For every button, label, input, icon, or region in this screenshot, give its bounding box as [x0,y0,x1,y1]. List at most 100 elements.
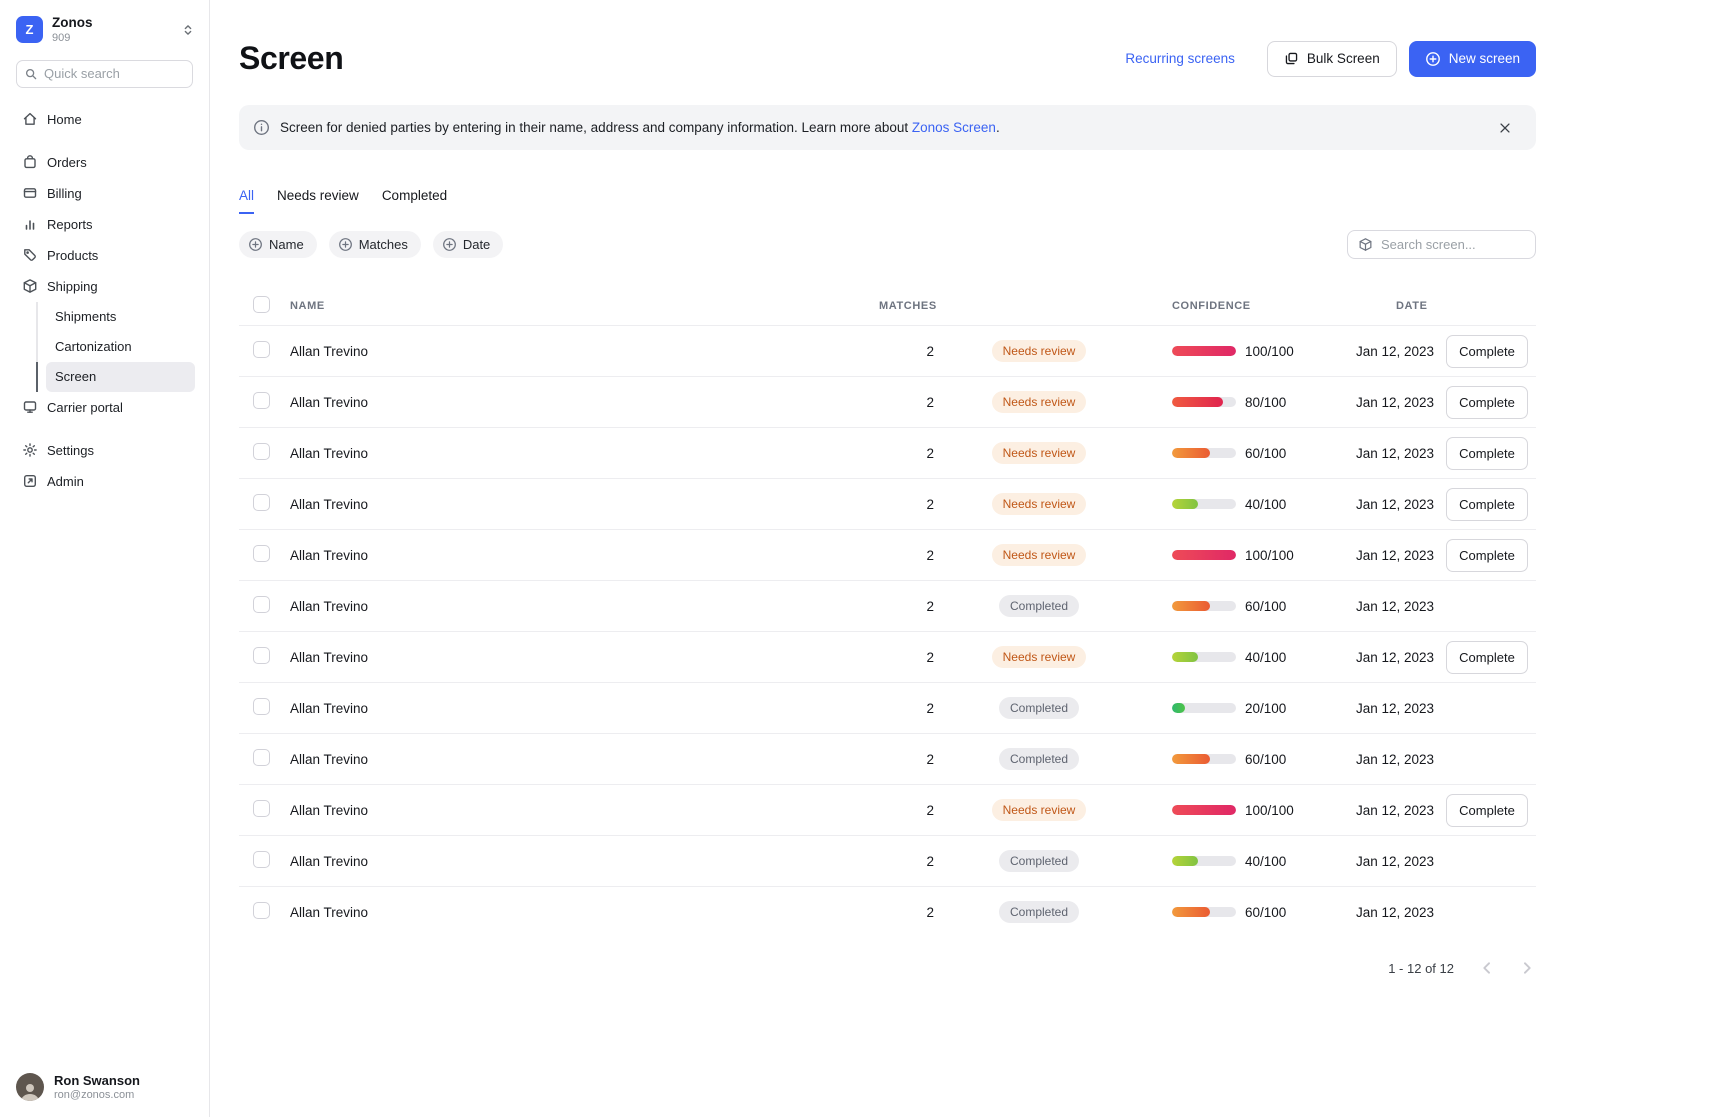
sidebar-item-orders[interactable]: Orders [14,147,195,178]
table-row: Allan Trevino 2 Needs review 40/100 Jan … [239,631,1536,682]
sidebar-item-cartonization[interactable]: Cartonization [36,332,195,362]
row-checkbox[interactable] [253,800,270,817]
tab-all[interactable]: All [239,188,254,214]
plus-circle-icon [442,237,457,252]
confidence-bar-fill [1172,754,1210,764]
complete-button[interactable]: Complete [1446,335,1528,368]
quick-search-input[interactable] [16,60,193,88]
complete-button[interactable]: Complete [1446,641,1528,674]
sidebar-item-settings[interactable]: Settings [14,435,195,466]
pagination: 1 - 12 of 12 [239,959,1536,1017]
row-checkbox[interactable] [253,749,270,766]
row-matches: 2 [879,395,934,410]
confidence-bar [1172,448,1236,458]
tab-bar: All Needs review Completed [239,188,1536,214]
row-checkbox[interactable] [253,902,270,919]
chevron-right-icon[interactable] [1518,959,1536,977]
confidence-label: 60/100 [1245,599,1286,614]
status-badge: Needs review [992,544,1087,566]
row-checkbox[interactable] [253,392,270,409]
confidence-label: 60/100 [1245,752,1286,767]
status-badge: Needs review [992,442,1087,464]
sidebar-item-label: Home [47,112,82,127]
sidebar-item-admin[interactable]: Admin [14,466,195,497]
table-row: Allan Trevino 2 Needs review 100/100 Jan… [239,784,1536,835]
reports-icon [22,216,38,232]
confidence-bar [1172,397,1236,407]
table-row: Allan Trevino 2 Completed 60/100 Jan 12,… [239,580,1536,631]
screen-search-input[interactable] [1347,230,1536,259]
sidebar-item-shipments[interactable]: Shipments [36,302,195,332]
filter-chip-name[interactable]: Name [239,231,317,258]
row-checkbox[interactable] [253,341,270,358]
page-title: Screen [239,40,343,77]
banner-text: Screen for denied parties by entering in… [280,120,1000,135]
table-row: Allan Trevino 2 Needs review 60/100 Jan … [239,427,1536,478]
status-badge: Completed [999,697,1079,719]
sidebar-item-reports[interactable]: Reports [14,209,195,240]
recurring-screens-link[interactable]: Recurring screens [1125,51,1235,66]
select-all-checkbox[interactable] [253,296,270,313]
confidence-bar [1172,907,1236,917]
row-checkbox[interactable] [253,851,270,868]
page-header: Screen Recurring screens Bulk Screen New… [239,40,1536,77]
row-matches: 2 [879,650,934,665]
complete-button[interactable]: Complete [1446,437,1528,470]
org-switcher[interactable]: Z Zonos 909 [0,0,209,52]
sidebar-item-billing[interactable]: Billing [14,178,195,209]
row-date: Jan 12, 2023 [1354,446,1446,461]
zonos-screen-link[interactable]: Zonos Screen [912,120,996,135]
table-row: Allan Trevino 2 Completed 40/100 Jan 12,… [239,835,1536,886]
sidebar-item-products[interactable]: Products [14,240,195,271]
complete-button[interactable]: Complete [1446,539,1528,572]
row-date: Jan 12, 2023 [1354,344,1446,359]
sidebar-item-carrier-portal[interactable]: Carrier portal [14,392,195,423]
complete-button[interactable]: Complete [1446,386,1528,419]
bulk-screen-button[interactable]: Bulk Screen [1267,41,1397,77]
sidebar-item-shipping[interactable]: Shipping [14,271,195,302]
row-date: Jan 12, 2023 [1354,497,1446,512]
row-checkbox[interactable] [253,698,270,715]
sidebar-item-label: Settings [47,443,94,458]
row-checkbox[interactable] [253,545,270,562]
plus-circle-icon [248,237,263,252]
row-checkbox[interactable] [253,443,270,460]
row-name: Allan Trevino [287,497,879,512]
status-badge: Needs review [992,391,1087,413]
org-number: 909 [52,33,93,44]
status-badge: Completed [999,901,1079,923]
filter-chip-matches[interactable]: Matches [329,231,421,258]
row-checkbox[interactable] [253,596,270,613]
chevron-left-icon[interactable] [1478,959,1496,977]
sidebar-item-home[interactable]: Home [14,104,195,135]
row-name: Allan Trevino [287,905,879,920]
row-checkbox[interactable] [253,647,270,664]
status-badge: Completed [999,850,1079,872]
complete-button[interactable]: Complete [1446,488,1528,521]
plus-circle-icon [338,237,353,252]
row-checkbox[interactable] [253,494,270,511]
confidence-bar-fill [1172,499,1198,509]
screen-search [1347,230,1536,259]
quick-search [16,60,193,88]
row-matches: 2 [879,854,934,869]
row-name: Allan Trevino [287,344,879,359]
table-header: NAME MATCHES CONFIDENCE DATE [239,287,1536,325]
user-profile[interactable]: Ron Swanson ron@zonos.com [0,1057,209,1117]
org-logo: Z [16,16,43,43]
sidebar-nav: Home Orders Billing Reports Products Shi… [0,104,209,497]
tab-completed[interactable]: Completed [382,188,447,214]
products-icon [22,247,38,263]
complete-button[interactable]: Complete [1446,794,1528,827]
tab-needs-review[interactable]: Needs review [277,188,359,214]
filter-chip-date[interactable]: Date [433,231,503,258]
status-badge: Completed [999,748,1079,770]
new-screen-button[interactable]: New screen [1409,41,1536,77]
info-icon [253,119,270,136]
sidebar-item-label: Reports [47,217,93,232]
sidebar-item-screen[interactable]: Screen [36,362,195,392]
close-icon[interactable] [1496,119,1514,137]
row-name: Allan Trevino [287,599,879,614]
confidence-label: 40/100 [1245,650,1286,665]
sidebar-item-label: Screen [55,369,96,384]
